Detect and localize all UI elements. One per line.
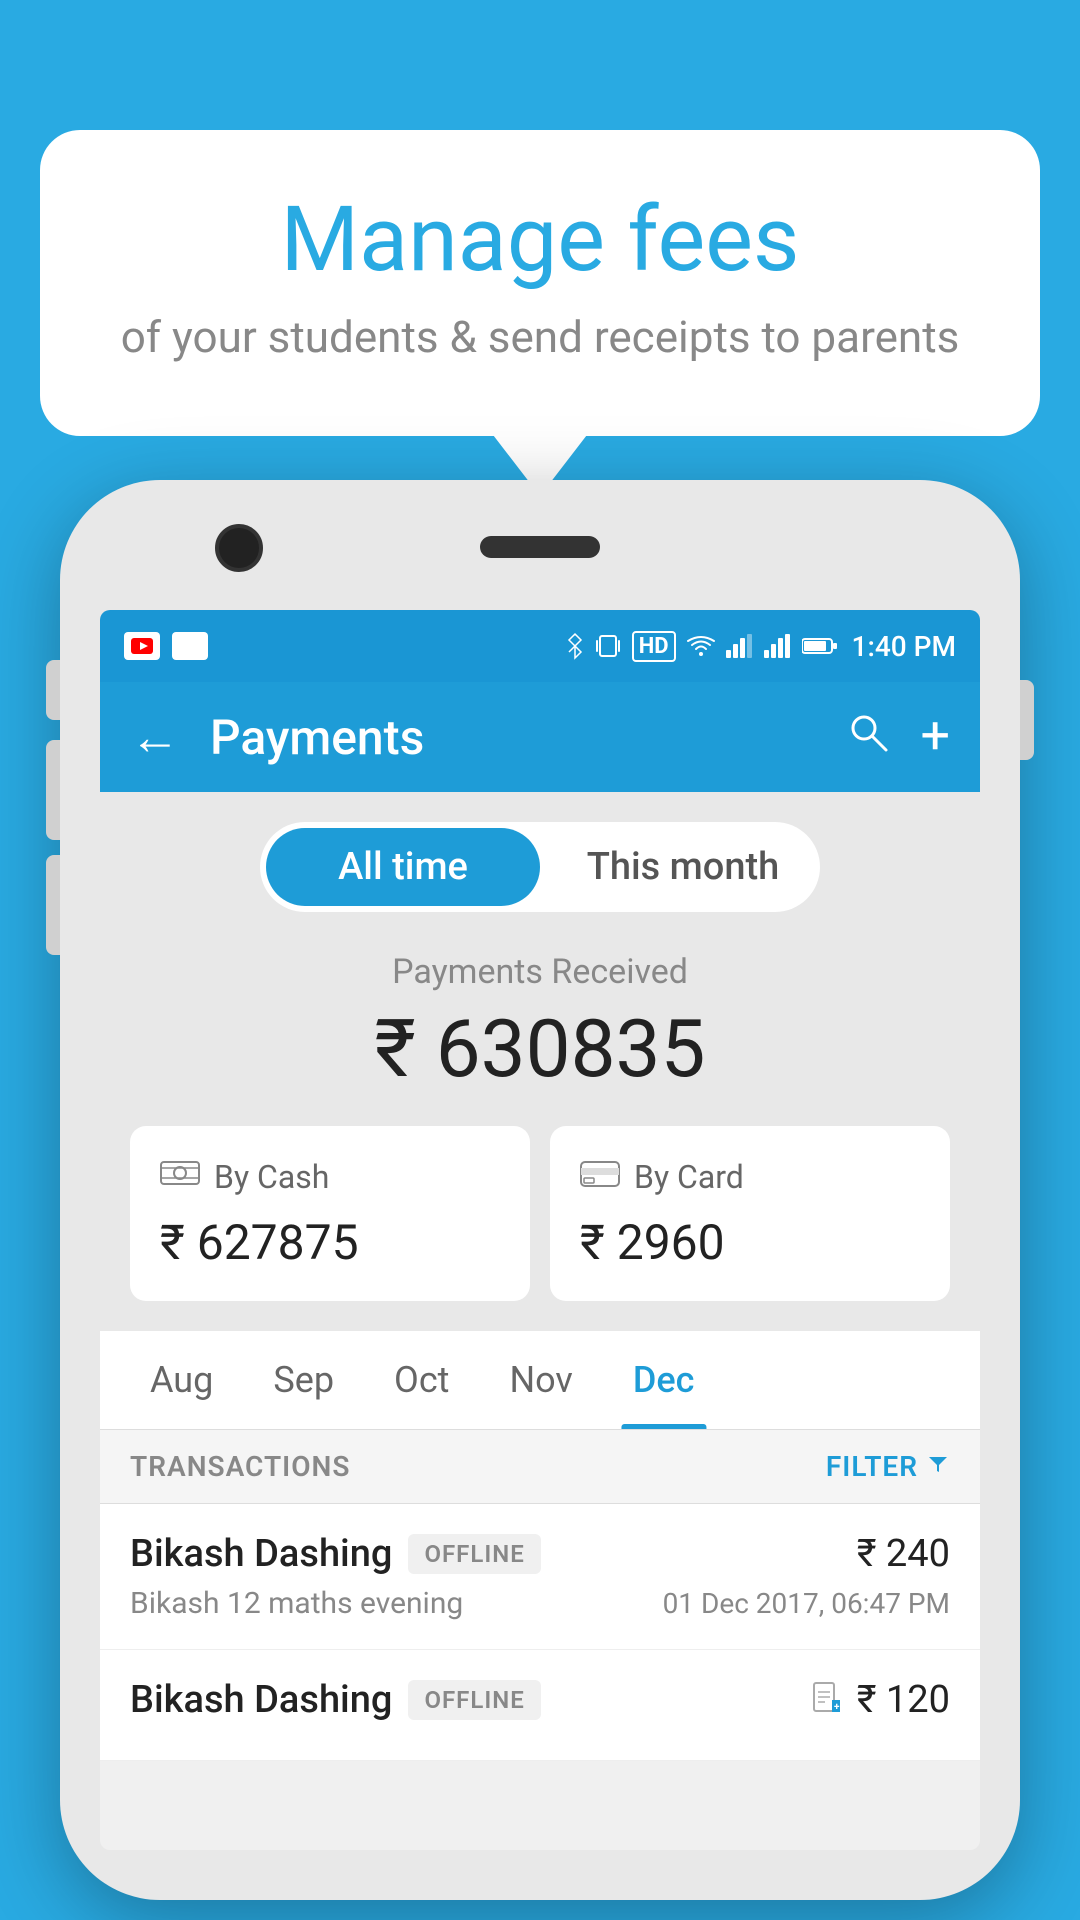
volume-down-button xyxy=(46,855,60,955)
page-title: Payments xyxy=(210,709,816,766)
status-bar: HD xyxy=(100,610,980,682)
card-card: By Card ₹ 2960 xyxy=(550,1126,950,1301)
transaction-row: Bikash Dashing OFFLINE ₹ 240 Bikash 12 m… xyxy=(100,1504,980,1650)
summary-section: Payments Received ₹ 630835 xyxy=(100,942,980,1126)
back-button[interactable]: ← xyxy=(130,708,180,767)
app-bar: ← Payments + xyxy=(100,682,980,792)
vibrate-icon xyxy=(594,632,622,660)
speech-bubble: Manage fees of your students & send rece… xyxy=(40,130,1040,436)
cash-card-header: By Cash xyxy=(160,1156,500,1198)
filter-icon xyxy=(926,1450,950,1483)
volume-up-button xyxy=(46,740,60,840)
card-icon xyxy=(580,1156,620,1198)
cash-amount: ₹ 627875 xyxy=(160,1214,500,1271)
transaction-desc-1: Bikash 12 maths evening xyxy=(130,1586,463,1621)
bluetooth-icon xyxy=(566,632,584,660)
card-amount: ₹ 2960 xyxy=(580,1214,920,1271)
month-tab-sep[interactable]: Sep xyxy=(243,1331,364,1429)
filter-button[interactable]: FILTER xyxy=(826,1450,950,1483)
cash-card: By Cash ₹ 627875 xyxy=(130,1126,530,1301)
battery-icon xyxy=(802,636,838,656)
svg-text:+: + xyxy=(834,1702,840,1713)
tab-toggle: All time This month xyxy=(260,822,820,912)
cards-row: By Cash ₹ 627875 By Ca xyxy=(100,1126,980,1331)
transaction-badge-2: OFFLINE xyxy=(408,1680,540,1720)
earpiece xyxy=(480,536,600,558)
youtube-icon xyxy=(124,632,160,660)
summary-label: Payments Received xyxy=(140,952,940,992)
camera xyxy=(215,524,263,572)
wifi-icon xyxy=(686,634,716,658)
month-tab-aug[interactable]: Aug xyxy=(120,1331,243,1429)
hd-badge: HD xyxy=(632,631,676,662)
transaction-amount-1: ₹ 240 xyxy=(857,1532,950,1576)
search-button[interactable] xyxy=(846,710,890,765)
transaction-name-1: Bikash Dashing xyxy=(130,1532,392,1576)
phone-screen: HD xyxy=(100,610,980,1850)
transaction-date-1: 01 Dec 2017, 06:47 PM xyxy=(663,1587,950,1620)
bubble-title: Manage fees xyxy=(120,190,960,289)
transactions-label: TRANSACTIONS xyxy=(130,1450,350,1483)
bubble-subtitle: of your students & send receipts to pare… xyxy=(120,309,960,366)
settings-icon xyxy=(172,632,208,660)
add-button[interactable]: + xyxy=(920,710,950,765)
transaction-bottom-1: Bikash 12 maths evening 01 Dec 2017, 06:… xyxy=(130,1586,950,1621)
transaction-row-2: Bikash Dashing OFFLINE + xyxy=(100,1650,980,1761)
app-bar-actions: + xyxy=(846,710,950,765)
month-tab-nov[interactable]: Nov xyxy=(479,1331,602,1429)
tab-toggle-container: All time This month xyxy=(100,792,980,942)
summary-amount: ₹ 630835 xyxy=(140,1002,940,1096)
status-time: 1:40 PM xyxy=(852,630,956,663)
month-tabs: Aug Sep Oct Nov Dec xyxy=(100,1331,980,1430)
month-tab-dec[interactable]: Dec xyxy=(603,1331,725,1429)
tab-all-time[interactable]: All time xyxy=(266,828,540,906)
cash-label: By Cash xyxy=(214,1158,329,1196)
transaction-amount-2: ₹ 120 xyxy=(857,1678,950,1722)
phone-mockup: HD xyxy=(60,480,1020,1920)
status-right-icons: HD xyxy=(566,630,956,663)
status-left-icons xyxy=(124,632,208,660)
transaction-top-2: Bikash Dashing OFFLINE + xyxy=(130,1678,950,1722)
volume-mute-button xyxy=(46,660,60,720)
card-label: By Card xyxy=(634,1158,744,1196)
month-tab-oct[interactable]: Oct xyxy=(364,1331,479,1429)
filter-label: FILTER xyxy=(826,1450,918,1483)
cash-icon xyxy=(160,1156,200,1198)
power-button xyxy=(1020,680,1034,760)
signal2-icon xyxy=(764,634,792,658)
transaction-name-2: Bikash Dashing xyxy=(130,1678,392,1722)
doc-icon: + xyxy=(813,1682,841,1718)
signal-icon xyxy=(726,634,754,658)
card-card-header: By Card xyxy=(580,1156,920,1198)
transactions-header: TRANSACTIONS FILTER xyxy=(100,1430,980,1504)
phone-body: HD xyxy=(60,480,1020,1900)
transaction-badge-1: OFFLINE xyxy=(408,1534,540,1574)
tab-this-month[interactable]: This month xyxy=(546,822,820,912)
transaction-top-1: Bikash Dashing OFFLINE ₹ 240 xyxy=(130,1532,950,1576)
